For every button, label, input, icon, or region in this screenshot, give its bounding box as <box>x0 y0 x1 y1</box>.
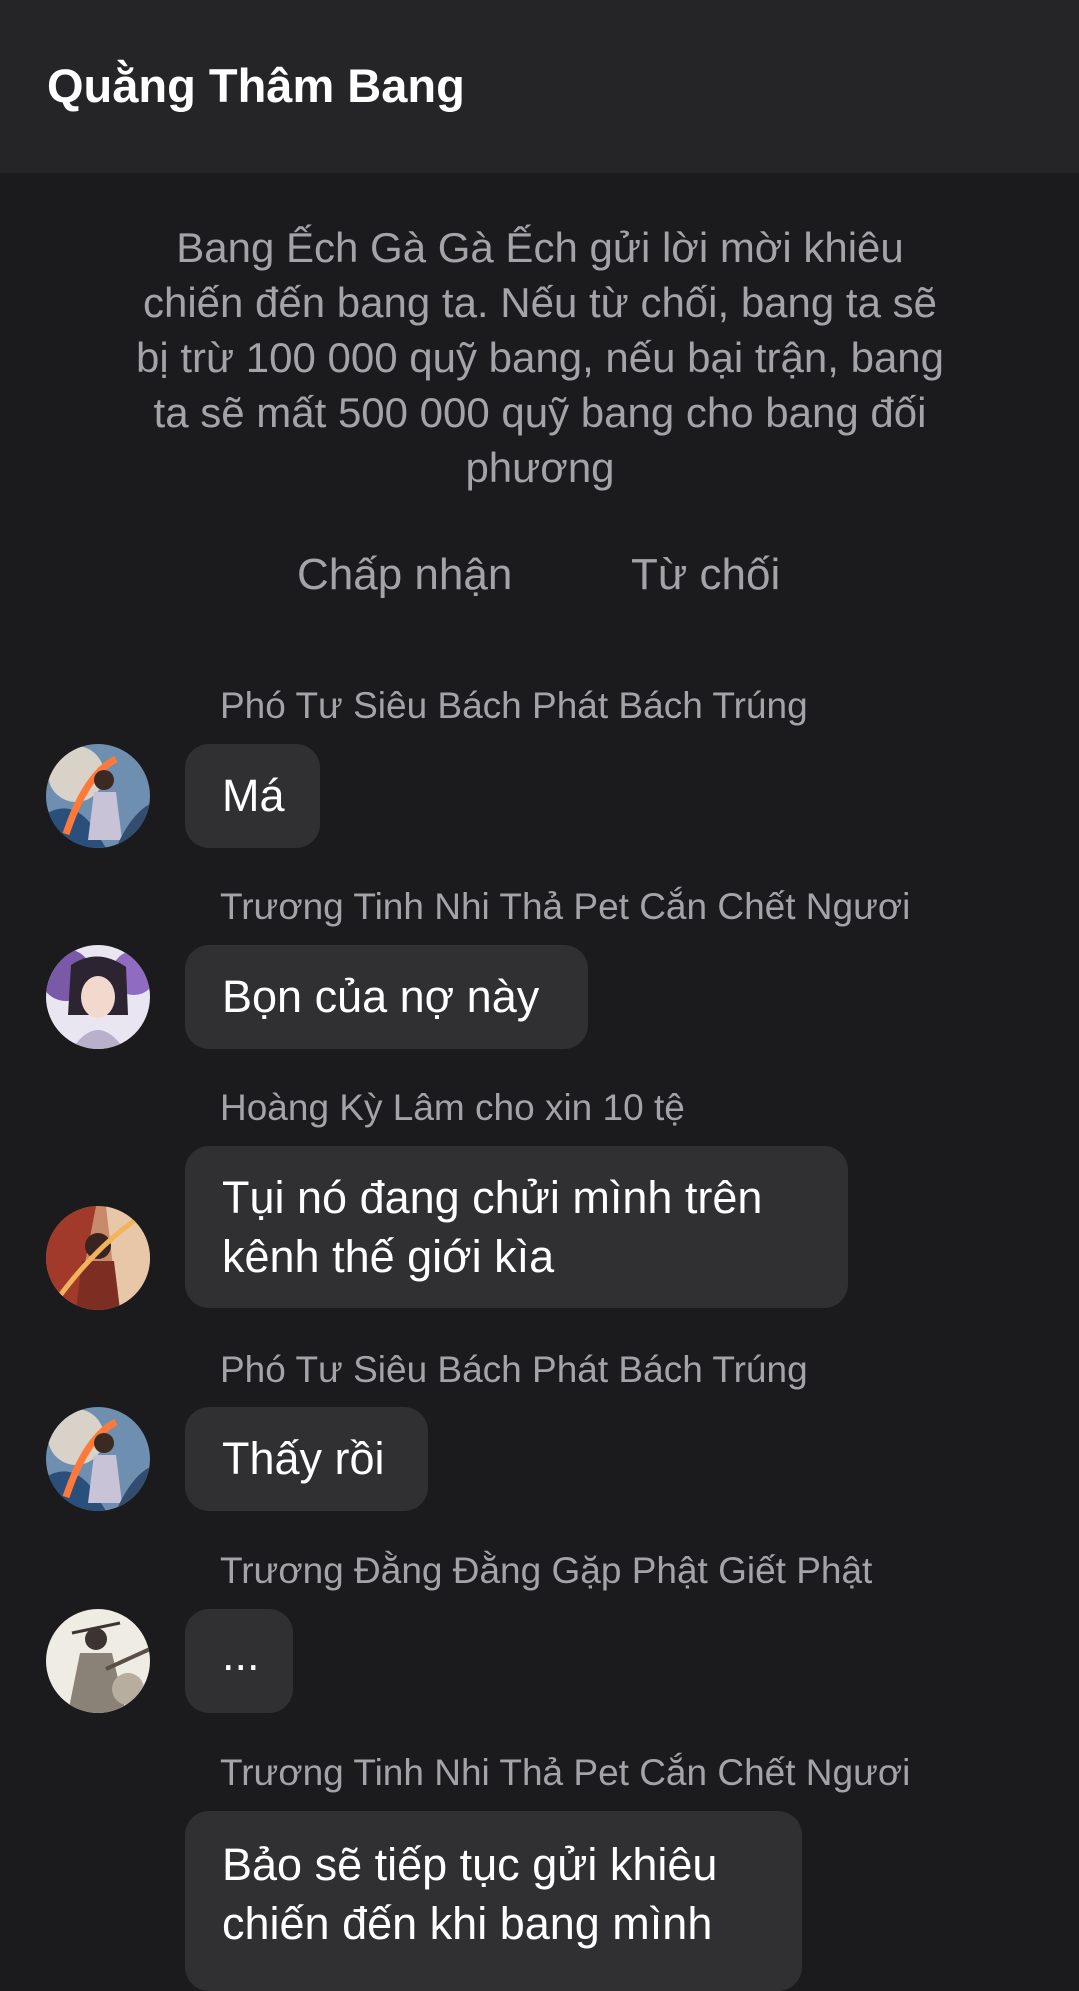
message-bubble[interactable]: Má <box>185 744 320 848</box>
message-bubble[interactable]: Thấy rồi <box>185 1407 428 1511</box>
challenge-invitation-notice: Bang Ếch Gà Gà Ếch gửi lời mời khiêu chi… <box>135 224 945 491</box>
message-sender-name: Trương Đằng Đằng Gặp Phật Giết Phật <box>220 1550 873 1591</box>
accept-challenge-button[interactable]: Chấp nhận <box>297 550 512 600</box>
message-bubble[interactable]: Bọn của nợ này <box>185 945 588 1049</box>
message-sender-name: Phó Tư Siêu Bách Phát Bách Trúng <box>220 1349 808 1390</box>
message-sender-name: Hoàng Kỳ Lâm cho xin 10 tệ <box>220 1087 685 1128</box>
decline-challenge-button[interactable]: Từ chối <box>631 550 780 600</box>
message-bubble[interactable]: Tụi nó đang chửi mình trên kênh thế giới… <box>185 1146 848 1308</box>
warrior-avatar[interactable] <box>46 744 150 848</box>
fire-warrior-avatar[interactable] <box>46 1206 150 1310</box>
message-sender-name: Phó Tư Siêu Bách Phát Bách Trúng <box>220 685 808 726</box>
ink-warrior-avatar[interactable] <box>46 1609 150 1713</box>
message-sender-name: Trương Tinh Nhi Thả Pet Cắn Chết Ngươi <box>220 886 911 927</box>
warrior-avatar[interactable] <box>46 1407 150 1511</box>
message-sender-name: Trương Tinh Nhi Thả Pet Cắn Chết Ngươi <box>220 1752 911 1793</box>
lady-avatar[interactable] <box>46 945 150 1049</box>
chat-header: Quằng Thâm Bang <box>0 0 1079 173</box>
message-bubble[interactable]: ... <box>185 1609 293 1713</box>
group-chat-title[interactable]: Quằng Thâm Bang <box>47 58 465 113</box>
message-bubble[interactable]: Bảo sẽ tiếp tục gửi khiêu chiến đến khi … <box>185 1811 802 1991</box>
